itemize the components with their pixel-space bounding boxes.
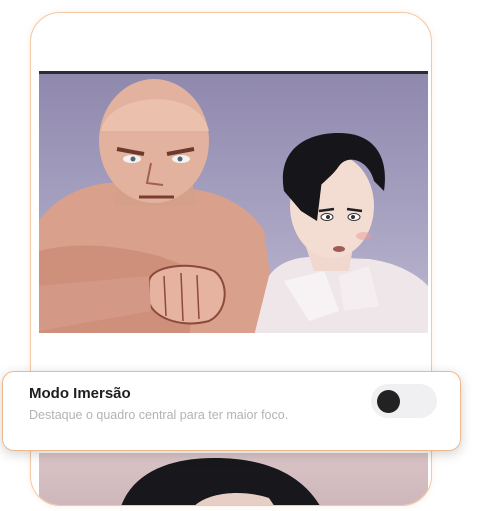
comic-artwork: [39, 79, 428, 336]
screen: Modo Imersão Destaque o quadro central p…: [0, 0, 489, 511]
immersion-mode-title: Modo Imersão: [29, 385, 131, 402]
comic-artwork-next: [121, 458, 320, 505]
immersion-mode-toggle[interactable]: [371, 384, 437, 418]
toggle-knob: [377, 390, 400, 413]
immersion-mode-description: Destaque o quadro central para ter maior…: [29, 408, 289, 422]
immersion-mode-card: Modo Imersão Destaque o quadro central p…: [2, 371, 461, 451]
comic-panel: [39, 71, 428, 336]
comic-panel-next: [39, 453, 428, 505]
